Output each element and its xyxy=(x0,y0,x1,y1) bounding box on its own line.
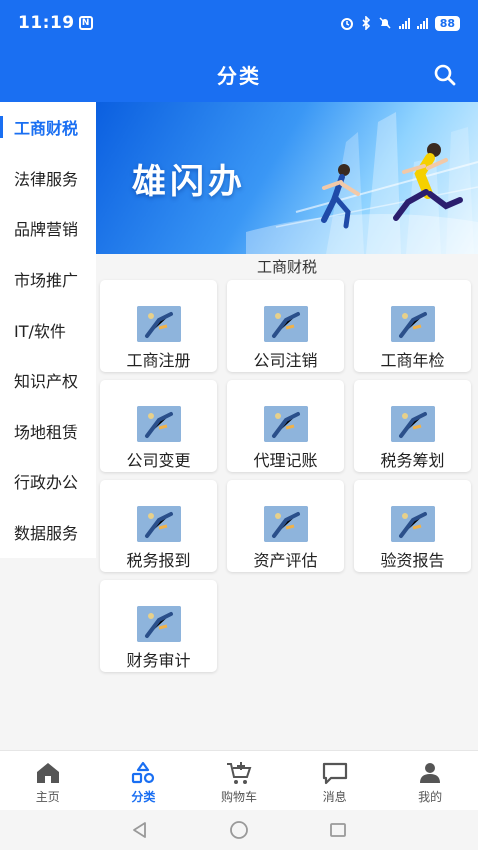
sidebar-item-legal[interactable]: 法律服务 xyxy=(0,153,96,204)
service-thumbnail xyxy=(136,606,181,642)
service-thumbnail xyxy=(390,506,435,542)
tab-category[interactable]: 分类 xyxy=(96,751,192,810)
tab-label: 主页 xyxy=(35,790,60,804)
sidebar-item-ip[interactable]: 知识产权 xyxy=(0,355,96,406)
service-card[interactable]: 财务审计 xyxy=(100,580,217,672)
tab-home[interactable]: 主页 xyxy=(0,751,96,810)
sidebar-item-venue[interactable]: 场地租赁 xyxy=(0,406,96,457)
sidebar-item-business-tax[interactable]: 工商财税 xyxy=(0,102,96,153)
promo-banner[interactable]: 雄闪办 xyxy=(96,102,478,254)
service-card[interactable]: 验资报告 xyxy=(354,480,471,572)
service-grid: 工商注册 公司注销 工商年检 公司变更 代理记账 税务筹划 税务报到 资产评估 … xyxy=(100,280,474,672)
alarm-icon xyxy=(340,18,353,30)
service-card[interactable]: 公司注销 xyxy=(227,280,344,372)
banner-brand-text: 雄闪办 xyxy=(132,162,246,202)
system-nav-bar xyxy=(0,810,478,850)
service-card[interactable]: 资产评估 xyxy=(227,480,344,572)
service-thumbnail xyxy=(136,406,181,442)
service-card[interactable]: 公司变更 xyxy=(100,380,217,472)
recents-icon[interactable] xyxy=(328,820,348,840)
section-title: 工商财税 xyxy=(256,258,317,276)
service-label: 公司变更 xyxy=(126,451,191,470)
service-label: 财务审计 xyxy=(126,651,191,670)
category-sidebar: 工商财税 法律服务 品牌营销 市场推广 IT/软件 知识产权 场地租赁 行政办公… xyxy=(0,102,96,558)
home-circle-icon[interactable] xyxy=(228,819,250,841)
service-label: 税务报到 xyxy=(126,551,191,570)
sidebar-item-marketing[interactable]: 市场推广 xyxy=(0,254,96,305)
service-thumbnail xyxy=(136,306,181,342)
battery-icon: 88 xyxy=(434,15,460,31)
tab-messages[interactable]: 消息 xyxy=(287,751,383,810)
service-label: 资产评估 xyxy=(253,551,318,570)
tab-label: 我的 xyxy=(418,790,443,804)
service-thumbnail xyxy=(136,506,181,542)
service-card[interactable]: 税务报到 xyxy=(100,480,217,572)
sidebar-item-data[interactable]: 数据服务 xyxy=(0,507,96,558)
service-label: 工商注册 xyxy=(126,351,191,370)
service-label: 工商年检 xyxy=(380,351,445,370)
search-icon[interactable] xyxy=(432,62,458,88)
status-time: 11:19 xyxy=(18,13,75,33)
app-header: 分类 xyxy=(0,46,478,102)
tab-label: 分类 xyxy=(131,790,156,804)
back-icon[interactable] xyxy=(130,820,150,840)
bluetooth-icon xyxy=(362,16,370,30)
service-label: 税务筹划 xyxy=(380,451,445,470)
tab-label: 购物车 xyxy=(220,790,257,804)
tab-label: 消息 xyxy=(322,790,347,804)
person-icon xyxy=(420,763,441,783)
signal-icon xyxy=(398,17,410,29)
mute-icon xyxy=(379,17,391,29)
service-label: 公司注销 xyxy=(253,351,318,370)
service-card[interactable]: 工商年检 xyxy=(354,280,471,372)
page-title: 分类 xyxy=(217,63,261,88)
service-thumbnail xyxy=(263,406,308,442)
sidebar-item-it-software[interactable]: IT/软件 xyxy=(0,304,96,355)
tab-profile[interactable]: 我的 xyxy=(382,751,478,810)
tab-cart[interactable]: 购物车 xyxy=(191,751,287,810)
home-icon xyxy=(36,763,59,783)
status-icons: 88 xyxy=(340,15,460,31)
message-icon xyxy=(322,762,347,785)
service-label: 验资报告 xyxy=(380,551,445,570)
service-label: 代理记账 xyxy=(253,451,318,470)
bottom-tab-bar: 主页 分类 购物车 消息 我的 xyxy=(0,750,478,810)
category-icon xyxy=(132,761,155,784)
service-card[interactable]: 代理记账 xyxy=(227,380,344,472)
status-bar: 11:19 N 88 xyxy=(0,0,478,46)
service-thumbnail xyxy=(263,506,308,542)
sidebar-item-brand[interactable]: 品牌营销 xyxy=(0,203,96,254)
cart-icon xyxy=(226,762,252,784)
service-card[interactable]: 税务筹划 xyxy=(354,380,471,472)
nfc-icon: N xyxy=(78,16,93,30)
service-thumbnail xyxy=(390,406,435,442)
service-thumbnail xyxy=(263,306,308,342)
service-card[interactable]: 工商注册 xyxy=(100,280,217,372)
sidebar-item-office[interactable]: 行政办公 xyxy=(0,456,96,507)
service-thumbnail xyxy=(390,306,435,342)
signal-icon-2 xyxy=(416,17,428,29)
